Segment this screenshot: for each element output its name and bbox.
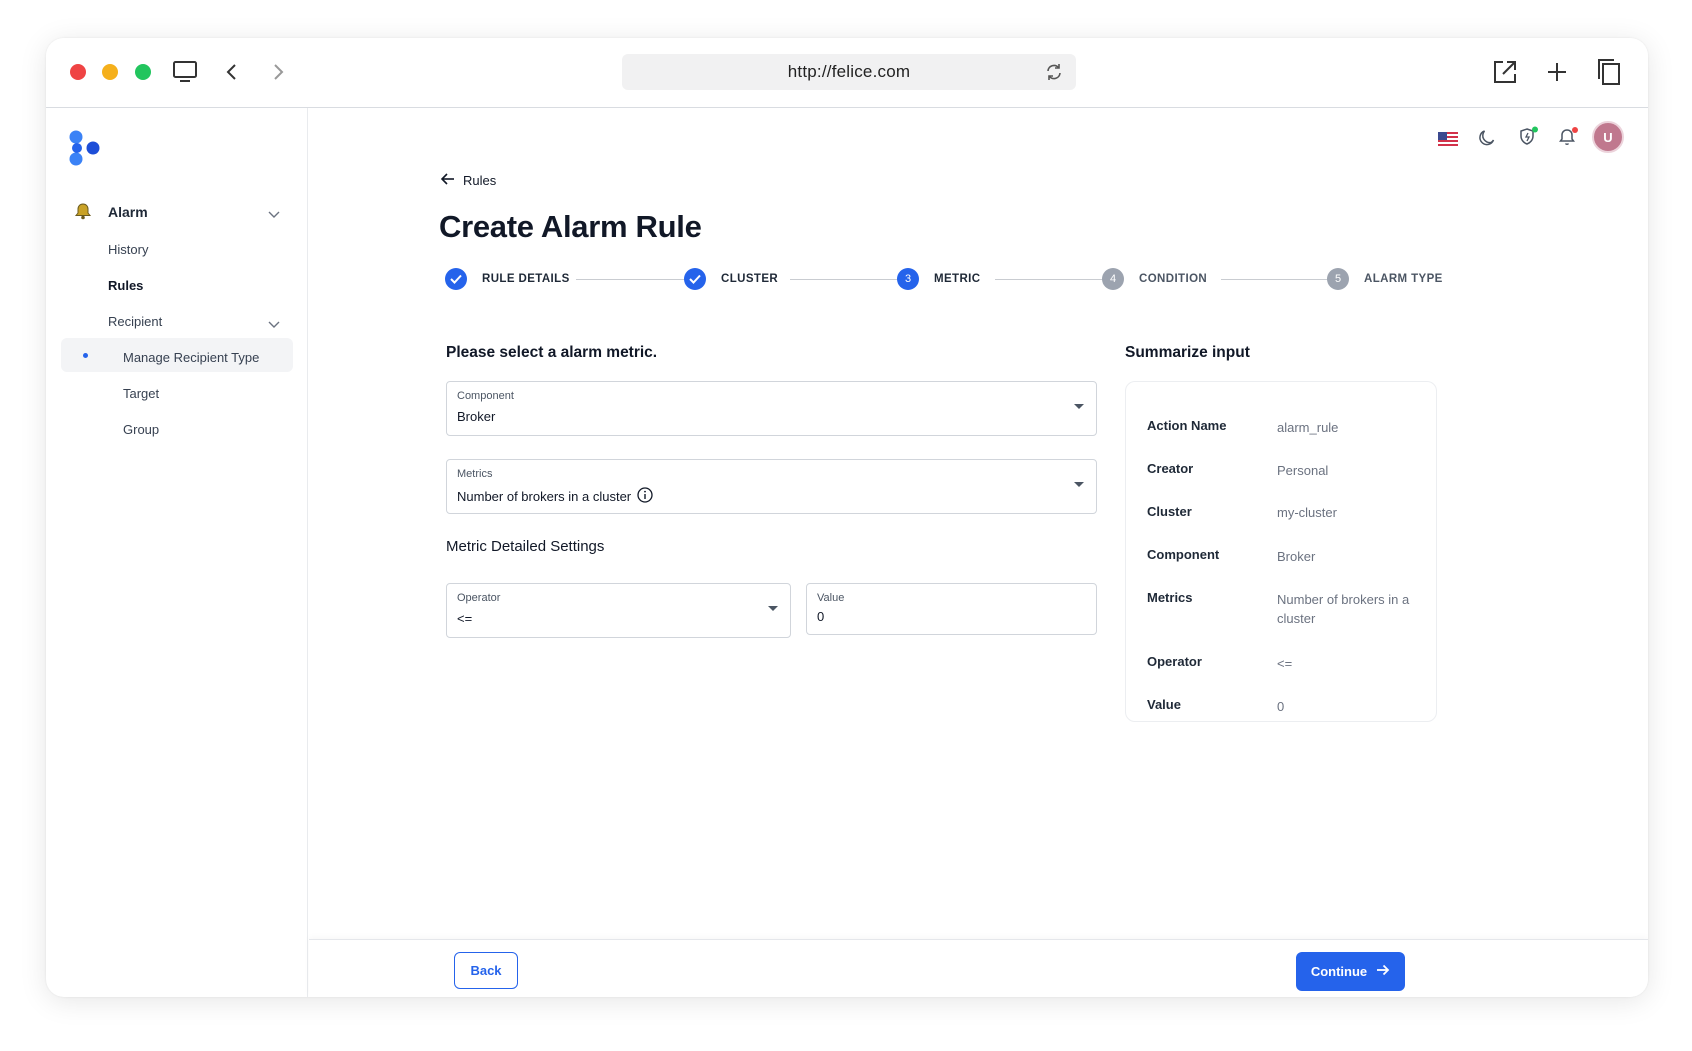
component-select[interactable]: Component Broker: [446, 381, 1097, 436]
back-button[interactable]: Back: [454, 952, 518, 989]
close-window-button[interactable]: [70, 64, 86, 80]
minimize-window-button[interactable]: [102, 64, 118, 80]
summary-value: Number of brokers in a cluster: [1277, 592, 1410, 626]
summary-value: 0: [1277, 699, 1285, 714]
step-number: 4: [1102, 268, 1124, 290]
summary-value: alarm_rule: [1277, 420, 1339, 435]
moon-icon[interactable]: [1477, 128, 1497, 153]
us-flag-icon[interactable]: [1438, 132, 1458, 151]
step-connector: [790, 279, 899, 280]
caret-down-icon: [1074, 482, 1084, 487]
step-label: ALARM TYPE: [1364, 273, 1443, 285]
chevron-down-icon[interactable]: [268, 316, 280, 334]
summary-value: <=: [1277, 656, 1293, 671]
back-to-rules-link[interactable]: Rules: [440, 172, 496, 189]
forward-arrow-icon[interactable]: [262, 56, 294, 88]
step-label: RULE DETAILS: [482, 273, 570, 285]
copy-tabs-icon[interactable]: [1593, 56, 1625, 88]
chevron-down-icon[interactable]: [268, 206, 280, 224]
step-label: CONDITION: [1139, 273, 1208, 285]
active-indicator: [83, 353, 88, 358]
field-label: Component: [457, 390, 514, 402]
summary-key: Value: [1147, 697, 1181, 712]
step-label: METRIC: [934, 273, 981, 285]
step-connector: [995, 279, 1104, 280]
step-connector: [1221, 279, 1329, 280]
summary-value: Broker: [1277, 549, 1316, 564]
address-bar[interactable]: http://felice.com: [622, 54, 1076, 90]
caret-down-icon: [1074, 404, 1084, 409]
monitor-icon[interactable]: [169, 56, 201, 88]
user-avatar[interactable]: U: [1592, 121, 1624, 153]
field-value: Number of brokers in a cluster: [457, 489, 632, 504]
step-condition[interactable]: 4 CONDITION: [1102, 268, 1207, 290]
step-number: 5: [1327, 268, 1349, 290]
sidebar-item-rules-label[interactable]: Rules: [108, 278, 143, 293]
step-metric[interactable]: 3 METRIC: [897, 268, 980, 290]
info-icon[interactable]: [637, 487, 653, 506]
sidebar-item-group[interactable]: Group: [123, 422, 159, 437]
field-value: <=: [457, 611, 473, 626]
sidebar-item-history[interactable]: History: [108, 242, 148, 257]
summary-value: my-cluster: [1277, 505, 1337, 520]
caret-down-icon: [768, 606, 778, 611]
step-rule-details[interactable]: RULE DETAILS: [445, 268, 570, 290]
summary-value: Personal: [1277, 463, 1329, 478]
browser-toolbar: http://felice.com: [46, 38, 1648, 108]
field-value-wrap: Number of brokers in a cluster: [457, 487, 653, 506]
maximize-window-button[interactable]: [135, 64, 151, 80]
step-cluster[interactable]: CLUSTER: [684, 268, 778, 290]
app-logo[interactable]: [68, 130, 102, 171]
sidebar-item-manage-recipient-type[interactable]: Manage Recipient Type: [123, 350, 259, 365]
stepper: RULE DETAILS CLUSTER 3 METRIC 4 CONDITIO…: [445, 268, 1545, 292]
sidebar-item-alarm[interactable]: Alarm: [108, 204, 148, 220]
notification-bell-icon[interactable]: [1558, 126, 1580, 153]
field-label: Metrics: [457, 468, 493, 480]
new-tab-icon[interactable]: [1541, 56, 1573, 88]
url-text: http://felice.com: [787, 62, 911, 81]
step-connector: [576, 279, 686, 280]
browser-window: http://felice.com Alarm History Rules Re…: [46, 38, 1648, 997]
sidebar-item-target[interactable]: Target: [123, 386, 159, 401]
metrics-select[interactable]: Metrics Number of brokers in a cluster: [446, 459, 1097, 514]
summary-key: Component: [1147, 547, 1220, 562]
check-icon: [445, 268, 467, 290]
page-title: Create Alarm Rule: [439, 209, 702, 244]
continue-label: Continue: [1310, 964, 1368, 979]
footer-bar: Back Continue: [309, 939, 1648, 997]
arrow-right-icon: [1376, 964, 1390, 979]
field-label: Operator: [457, 592, 501, 604]
main-content: U Rules Create Alarm Rule RULE DETAILS C…: [309, 108, 1648, 997]
form-heading: Please select a alarm metric.: [446, 344, 658, 361]
value-input[interactable]: Value 0: [806, 583, 1097, 635]
operator-select[interactable]: Operator <=: [446, 583, 791, 638]
continue-button[interactable]: Continue: [1296, 952, 1405, 991]
step-label: CLUSTER: [721, 273, 779, 285]
arrow-left-icon: [440, 172, 455, 189]
summary-key: Operator: [1147, 654, 1202, 669]
shield-icon[interactable]: [1517, 126, 1539, 153]
summary-key: Action Name: [1147, 418, 1227, 433]
back-link-label: Rules: [463, 173, 497, 188]
back-arrow-icon[interactable]: [216, 56, 248, 88]
step-number: 3: [897, 268, 919, 290]
summary-key: Metrics: [1147, 590, 1193, 605]
reload-icon[interactable]: [1044, 62, 1064, 87]
sidebar: Alarm History Rules Recipient Manage Rec…: [46, 108, 308, 997]
summary-key: Creator: [1147, 461, 1194, 476]
detail-settings-heading: Metric Detailed Settings: [446, 538, 605, 555]
check-icon: [684, 268, 706, 290]
step-alarm-type[interactable]: 5 ALARM TYPE: [1327, 268, 1443, 290]
summary-heading: Summarize input: [1125, 344, 1250, 361]
field-label: Value: [817, 592, 845, 604]
open-external-icon[interactable]: [1489, 56, 1521, 88]
summary-key: Cluster: [1147, 504, 1192, 519]
field-value: 0: [817, 609, 825, 624]
field-value: Broker: [457, 409, 496, 424]
summary-card: Action Name alarm_rule Creator Personal …: [1125, 381, 1437, 722]
sidebar-item-recipient[interactable]: Recipient: [108, 314, 162, 329]
bell-icon: [74, 202, 92, 225]
